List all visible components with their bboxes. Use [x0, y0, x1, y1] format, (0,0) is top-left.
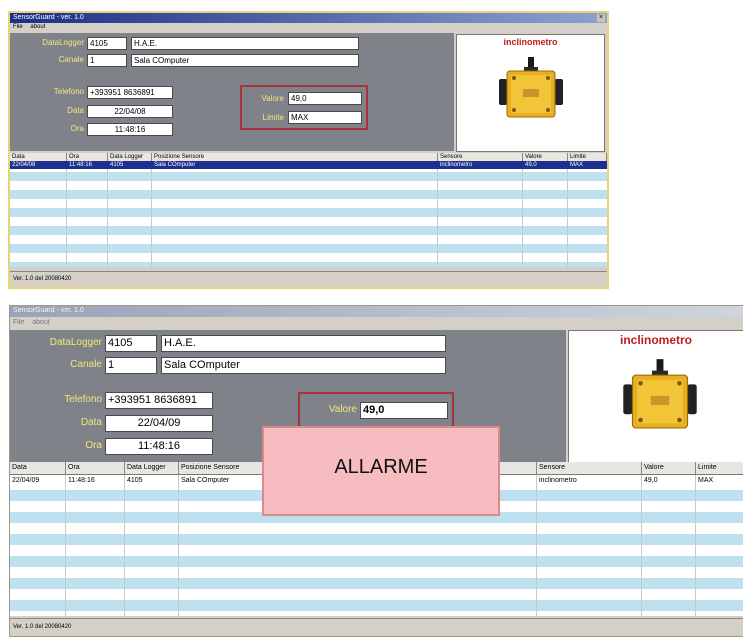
telefono-field[interactable]: +393951 8636891: [87, 86, 173, 99]
cell-sensore: inclinometro: [539, 477, 577, 484]
datalogger-name-field[interactable]: H.A.E.: [131, 37, 359, 50]
telefono-label: Telefono: [64, 394, 102, 405]
ora-label: Ora: [70, 124, 84, 133]
cell-ora: 11:48:16: [68, 477, 95, 484]
cell-sensore: inclinometro: [440, 162, 473, 168]
canale-name-field[interactable]: Sala COmputer: [131, 54, 359, 67]
window-title: SensorGuard - ver. 1.0: [13, 307, 84, 314]
canale-number-field[interactable]: 1: [105, 357, 157, 374]
menu-bar: File about: [10, 317, 743, 328]
ora-label: Ora: [85, 440, 102, 451]
menu-about[interactable]: about: [32, 319, 50, 326]
col-header-valore[interactable]: Valore: [523, 153, 568, 161]
inclinometer-device-image: [499, 57, 563, 118]
cell-valore: 49,0: [644, 477, 658, 484]
col-header-valore[interactable]: Valore: [642, 462, 696, 474]
sensor-picture-title: inclinometro: [503, 37, 558, 47]
datalogger-label: DataLogger: [49, 337, 102, 348]
menu-bar: File about: [10, 23, 607, 31]
col-header-ora[interactable]: Ora: [67, 153, 108, 161]
datalogger-id-field[interactable]: 4105: [87, 37, 127, 50]
sensor-picture-panel: inclinometro: [568, 330, 743, 464]
cell-limite: MAX: [570, 162, 584, 168]
valore-label: Valore: [261, 94, 284, 103]
col-header-limite[interactable]: Limite: [696, 462, 743, 474]
col-header-sensore[interactable]: Sensore: [438, 153, 523, 161]
datalogger-id-field[interactable]: 4105: [105, 335, 157, 352]
canale-label: Canale: [70, 359, 102, 370]
valore-label: Valore: [328, 404, 357, 415]
data-label: Data: [80, 417, 102, 428]
menu-file[interactable]: File: [13, 24, 23, 30]
inclinometer-device-image: [623, 359, 697, 429]
cell-datalogger: 4105: [110, 162, 124, 168]
menu-file[interactable]: File: [13, 319, 24, 326]
close-icon[interactable]: ×: [597, 14, 605, 22]
col-header-posizione[interactable]: Posizione Sensore: [152, 153, 438, 161]
col-header-datalogger[interactable]: Data Logger: [108, 153, 152, 161]
table-row[interactable]: 22/04/08 11:48:16 4105 Sala COmputer inc…: [10, 161, 607, 169]
cell-ora: 11:48:16: [69, 162, 92, 168]
cell-data: 22/04/09: [12, 477, 40, 484]
canale-name-field[interactable]: Sala COmputer: [161, 357, 446, 374]
app-window-top: SensorGuard - ver. 1.0 × File about Data…: [8, 11, 609, 289]
col-header-datalogger[interactable]: Data Logger: [125, 462, 179, 474]
limite-field[interactable]: MAX: [288, 111, 362, 124]
window-title-bar[interactable]: SensorGuard - ver. 1.0: [10, 306, 743, 317]
data-field[interactable]: 22/04/08: [87, 105, 173, 118]
cell-datalogger: 4105: [127, 477, 143, 484]
value-limit-box: Valore 49,0 Limite MAX: [240, 85, 368, 130]
cell-valore: 49,0: [525, 162, 537, 168]
alarm-popup[interactable]: ALLARME: [262, 426, 500, 516]
valore-field[interactable]: 49,0: [288, 92, 362, 105]
canale-label: Canale: [58, 55, 84, 64]
telefono-field[interactable]: +393951 8636891: [105, 392, 213, 409]
data-field[interactable]: 22/04/09: [105, 415, 213, 432]
telefono-label: Telefono: [53, 87, 84, 96]
col-header-sensore[interactable]: Sensore: [537, 462, 642, 474]
menu-about[interactable]: about: [30, 24, 45, 30]
window-title: SensorGuard - ver. 1.0: [13, 14, 84, 21]
sensor-picture-title: inclinometro: [619, 333, 692, 347]
status-bar: Ver. 1.0 del 20080420: [10, 618, 743, 634]
status-bar: Ver. 1.0 del 20080420: [10, 271, 607, 285]
events-table: Data Ora Data Logger Posizione Sensore S…: [10, 153, 607, 267]
limite-label: Limite: [262, 113, 284, 122]
cell-limite: MAX: [698, 477, 714, 484]
cell-posizione: Sala COmputer: [154, 162, 196, 168]
canale-number-field[interactable]: 1: [87, 54, 127, 67]
ora-field[interactable]: 11:48:16: [87, 123, 173, 136]
valore-field[interactable]: 49,0: [360, 402, 448, 419]
col-header-ora[interactable]: Ora: [66, 462, 125, 474]
col-header-limite[interactable]: Limite: [568, 153, 607, 161]
datalogger-label: DataLogger: [42, 38, 84, 47]
datalogger-name-field[interactable]: H.A.E.: [161, 335, 446, 352]
sensor-picture-panel: inclinometro: [456, 34, 605, 152]
form-panel: DataLogger 4105 H.A.E. Canale 1 Sala COm…: [10, 33, 454, 151]
col-header-data[interactable]: Data: [10, 462, 66, 474]
ora-field[interactable]: 11:48:16: [105, 438, 213, 455]
cell-data: 22/04/08: [12, 162, 36, 168]
data-label: Data: [67, 106, 84, 115]
col-header-data[interactable]: Data: [10, 153, 67, 161]
window-title-bar[interactable]: SensorGuard - ver. 1.0 ×: [10, 13, 607, 23]
